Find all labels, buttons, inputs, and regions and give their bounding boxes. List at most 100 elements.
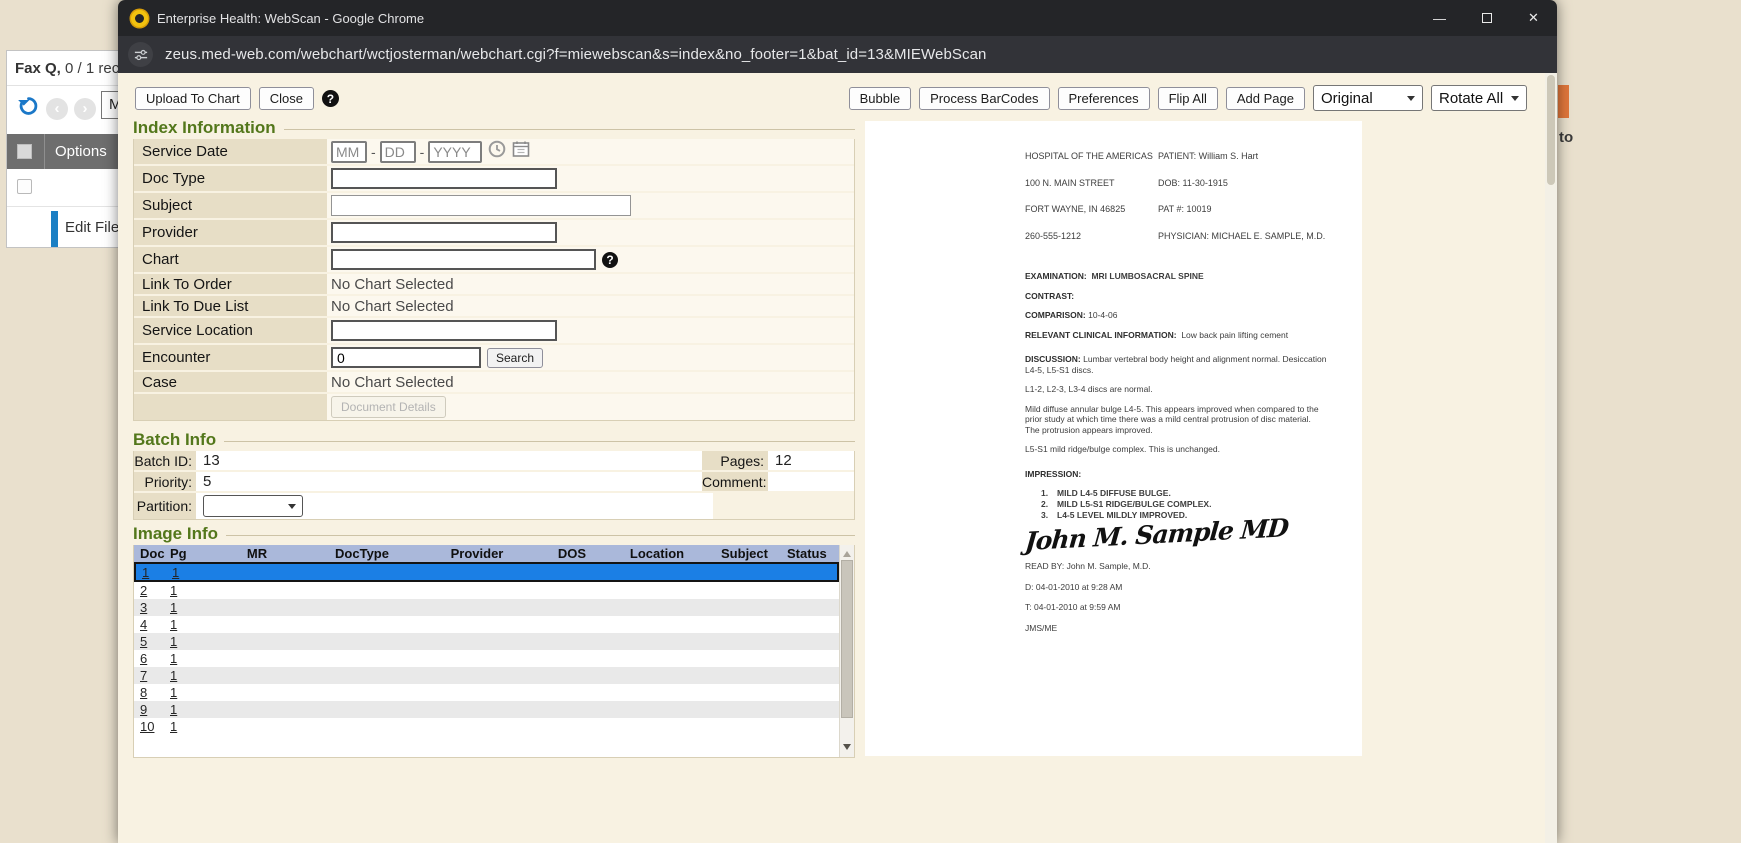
zoom-select[interactable]: Original [1313, 85, 1423, 111]
url-text[interactable]: zeus.med-web.com/webchart/wctjosterman/w… [165, 46, 987, 63]
edit-file-item[interactable]: Edit File C [7, 207, 120, 248]
col-header-status[interactable]: Status [787, 545, 824, 562]
table-row[interactable]: 10 1 [134, 718, 839, 735]
rotate-all-select[interactable]: Rotate All [1431, 85, 1527, 111]
col-header-pg[interactable]: Pg [166, 545, 212, 562]
pg-link[interactable]: 1 [166, 616, 212, 633]
table-row[interactable]: 5 1 [134, 633, 839, 650]
table-row[interactable]: 9 1 [134, 701, 839, 718]
previous-button[interactable]: ‹ [46, 98, 68, 120]
patient-name: PATIENT: William S. Hart [1158, 151, 1327, 162]
col-header-provider[interactable]: Provider [422, 545, 532, 562]
flip-all-button[interactable]: Flip All [1158, 87, 1218, 110]
pg-link[interactable]: 1 [166, 701, 212, 718]
minimize-button[interactable]: — [1416, 0, 1463, 36]
read-by-line: READ BY: John M. Sample, M.D. [1025, 561, 1327, 572]
refresh-icon[interactable] [15, 94, 40, 123]
scroll-up-icon[interactable] [843, 547, 851, 557]
encounter-search-button[interactable]: Search [487, 348, 543, 368]
pg-link[interactable]: 1 [166, 633, 212, 650]
table-scrollbar[interactable] [839, 545, 854, 757]
col-header-doctype[interactable]: DocType [302, 545, 422, 562]
add-page-button[interactable]: Add Page [1226, 87, 1305, 110]
hospital-phone: 260-555-1212 [1025, 231, 1158, 242]
chart-help-icon[interactable]: ? [602, 252, 618, 268]
partition-select[interactable] [203, 495, 303, 517]
col-header-subject[interactable]: Subject [702, 545, 787, 562]
pg-link[interactable]: 1 [166, 667, 212, 684]
service-date-dd-input[interactable] [380, 141, 416, 163]
table-row[interactable]: 7 1 [134, 667, 839, 684]
doc-link[interactable]: 6 [134, 650, 166, 667]
selection-accent-bar [51, 211, 58, 248]
content-scrollbar[interactable] [1545, 73, 1557, 843]
service-date-yyyy-input[interactable] [428, 141, 482, 163]
service-location-input[interactable] [331, 320, 557, 341]
provider-input[interactable] [331, 222, 557, 243]
chevron-down-icon [1407, 96, 1415, 105]
address-bar[interactable]: zeus.med-web.com/webchart/wctjosterman/w… [118, 36, 1557, 73]
doc-link[interactable]: 2 [134, 582, 166, 599]
help-icon[interactable]: ? [322, 90, 339, 107]
comment-value [768, 472, 854, 491]
maximize-icon [1482, 13, 1492, 23]
process-barcodes-button[interactable]: Process BarCodes [919, 87, 1049, 110]
doc-link[interactable]: 8 [134, 684, 166, 701]
chevron-down-icon [288, 504, 296, 513]
service-location-label: Service Location [134, 318, 327, 343]
background-scrollbar-fragment [1558, 85, 1569, 118]
bubble-button[interactable]: Bubble [849, 87, 911, 110]
upload-to-chart-button[interactable]: Upload To Chart [135, 87, 251, 110]
table-row[interactable]: 3 1 [134, 599, 839, 616]
doc-link[interactable]: 1 [136, 564, 168, 580]
scrollbar-thumb[interactable] [841, 560, 853, 718]
pg-link[interactable]: 1 [166, 599, 212, 616]
doc-link[interactable]: 5 [134, 633, 166, 650]
service-date-mm-input[interactable] [331, 141, 367, 163]
col-header-mr[interactable]: MR [212, 545, 302, 562]
doc-link[interactable]: 7 [134, 667, 166, 684]
doc-link[interactable]: 10 [134, 718, 166, 735]
site-settings-icon[interactable] [128, 42, 153, 67]
doc-link[interactable]: 3 [134, 599, 166, 616]
table-row[interactable]: 4 1 [134, 616, 839, 633]
pg-link[interactable]: 1 [166, 650, 212, 667]
index-information-section: Index Information Service Date - - [133, 117, 855, 421]
clock-icon[interactable] [488, 140, 506, 163]
subject-input[interactable] [331, 195, 631, 216]
pg-link[interactable]: 1 [166, 582, 212, 599]
doc-link[interactable]: 9 [134, 701, 166, 718]
examination-label: EXAMINATION: [1025, 271, 1087, 281]
select-all-checkbox[interactable] [17, 144, 32, 159]
chart-label: Chart [134, 247, 327, 272]
document-preview[interactable]: HOSPITAL OF THE AMERICAS 100 N. MAIN STR… [865, 121, 1362, 756]
table-row[interactable]: 2 1 [134, 582, 839, 599]
next-button[interactable]: › [74, 98, 96, 120]
service-date-label: Service Date [134, 139, 327, 164]
doc-type-input[interactable] [331, 168, 557, 189]
col-header-location[interactable]: Location [612, 545, 702, 562]
document-details-button: Document Details [331, 396, 446, 418]
close-button[interactable]: Close [259, 87, 314, 110]
scrollbar-thumb[interactable] [1547, 75, 1555, 185]
close-window-button[interactable]: ✕ [1510, 0, 1557, 36]
pg-link[interactable]: 1 [166, 684, 212, 701]
table-row-selected[interactable]: 1 1 [134, 562, 839, 582]
preferences-button[interactable]: Preferences [1058, 87, 1150, 110]
scroll-down-icon[interactable] [843, 744, 851, 754]
doc-link[interactable]: 4 [134, 616, 166, 633]
col-header-doc[interactable]: Doc [134, 545, 166, 562]
link-to-order-label: Link To Order [134, 274, 327, 294]
pg-link[interactable]: 1 [166, 718, 212, 735]
window-titlebar[interactable]: Enterprise Health: WebScan - Google Chro… [118, 0, 1557, 36]
table-row[interactable]: 8 1 [134, 684, 839, 701]
batch-id-value: 13 [196, 451, 702, 470]
encounter-input[interactable] [331, 347, 481, 368]
col-header-dos[interactable]: DOS [532, 545, 612, 562]
row-checkbox[interactable] [17, 179, 32, 194]
chart-input[interactable] [331, 249, 596, 270]
table-row[interactable]: 6 1 [134, 650, 839, 667]
calendar-icon[interactable] [512, 140, 530, 163]
maximize-button[interactable] [1463, 0, 1510, 36]
pg-link[interactable]: 1 [168, 564, 214, 580]
